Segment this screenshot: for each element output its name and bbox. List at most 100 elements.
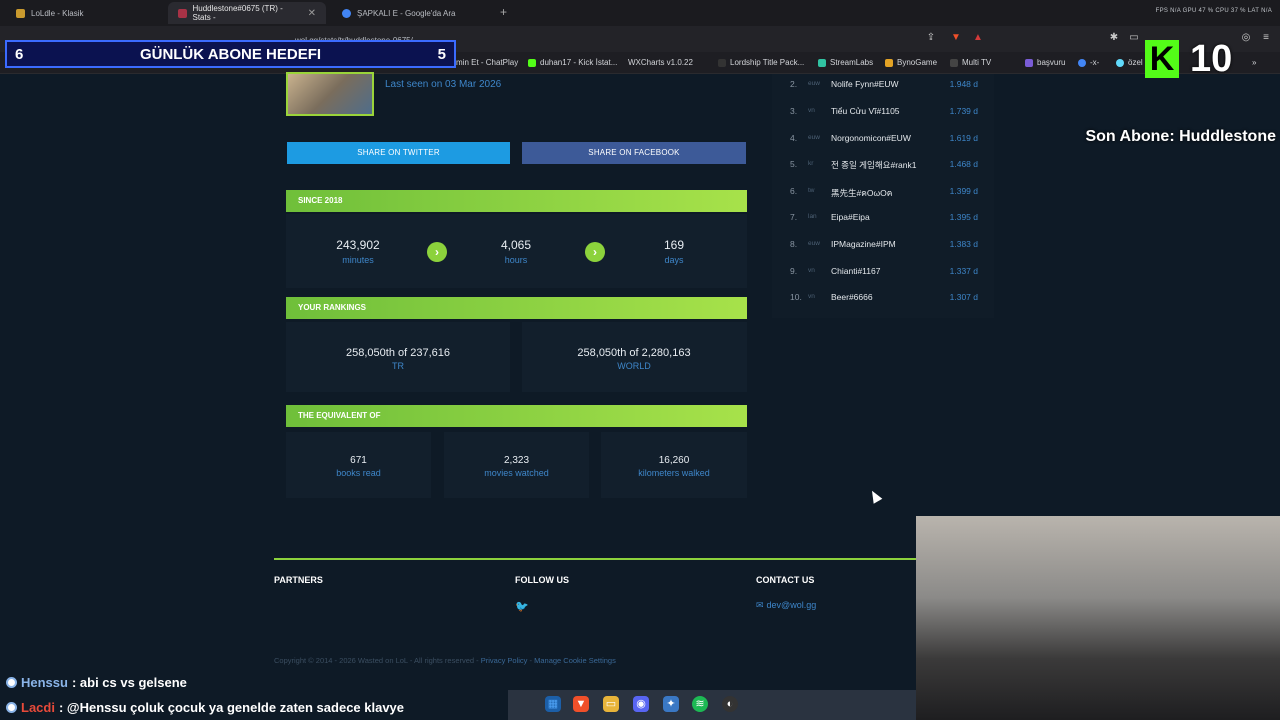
- rank: 7.: [790, 212, 798, 222]
- leaderboard-row[interactable]: 7. lan Eipa#Eipa 1.395 d: [772, 207, 994, 227]
- bookmark-kick-stats[interactable]: duhan17 - Kick İstat...: [528, 58, 617, 67]
- tab-label: LoLdle - Klasik: [31, 8, 84, 18]
- bookmark-chatplay[interactable]: min Et - ChatPlay: [456, 58, 518, 67]
- bookmark-bynogame[interactable]: BynoGame: [885, 58, 937, 67]
- brave-icon[interactable]: ▼: [573, 696, 589, 712]
- leaderboard-row[interactable]: 6. tw 黑先生#ฅOωOฅ 1.399 d: [772, 181, 994, 201]
- region: kr: [808, 160, 814, 167]
- since-header: SINCE 2018: [286, 190, 747, 212]
- player-name: Tiểu Cửu Vĩ#1105: [831, 106, 900, 116]
- windows-start-icon[interactable]: ▦: [545, 696, 561, 712]
- bookmark-label: Lordship Title Pack...: [730, 58, 805, 67]
- daily-sub-goal-overlay: 6 GÜNLÜK ABONE HEDEFI 5: [5, 40, 456, 68]
- brave-rewards-icon[interactable]: ▲: [972, 32, 984, 44]
- tab-loldle[interactable]: LoLdle - Klasik: [6, 2, 164, 24]
- share-icon[interactable]: ⇪: [925, 32, 937, 44]
- last-subscriber: Son Abone: Huddlestone: [1085, 128, 1276, 145]
- score: 1.739 d: [949, 106, 978, 116]
- rank: 5.: [790, 159, 798, 169]
- bookmark-ozel[interactable]: özel: [1116, 58, 1143, 67]
- more-bookmarks-icon[interactable]: »: [1252, 58, 1256, 67]
- obs-icon[interactable]: ◐: [722, 696, 738, 712]
- bookmark-label: özel: [1128, 58, 1143, 67]
- rank: 6.: [790, 186, 798, 196]
- rank: 10.: [790, 292, 802, 302]
- copyright-text: Copyright © 2014 - 2026 Wasted on LoL - …: [274, 656, 481, 665]
- loldle-favicon-icon: [16, 8, 25, 18]
- share-twitter-button[interactable]: SHARE ON TWITTER: [287, 142, 510, 164]
- player-name: 전 종일 게임해요#rank1: [831, 160, 917, 170]
- leaderboard-row[interactable]: 9. vn Chianti#1167 1.337 d: [772, 261, 994, 281]
- region: vn: [808, 293, 815, 300]
- vpn-icon[interactable]: ◎: [1240, 32, 1252, 44]
- bookmark-basvuru[interactable]: başvuru: [1025, 58, 1065, 67]
- chevron-right-icon: ›: [427, 242, 447, 262]
- contact-email-link[interactable]: ✉ dev@wol.gg: [756, 600, 816, 611]
- movies-label: movies watched: [484, 468, 549, 478]
- bookmark-lordship[interactable]: Lordship Title Pack...: [718, 58, 804, 67]
- spotify-icon[interactable]: ≋: [692, 696, 708, 712]
- kick-logo-icon: K: [1145, 40, 1179, 78]
- bookmark-x[interactable]: -x-: [1078, 58, 1099, 67]
- bookmark-wxcharts[interactable]: WXCharts v1.0.22: [628, 58, 693, 67]
- bookmark-multitv[interactable]: Multi TV: [950, 58, 991, 67]
- walked-value: 16,260: [658, 455, 690, 466]
- bookmark-streamlabs[interactable]: StreamLabs: [818, 58, 873, 67]
- hours-value: 4,065: [500, 238, 532, 252]
- cookie-link[interactable]: Manage Cookie Settings: [534, 656, 616, 665]
- region: vn: [808, 267, 815, 274]
- menu-icon[interactable]: ≡: [1260, 32, 1272, 44]
- rank: 2.: [790, 79, 798, 89]
- twitter-icon[interactable]: 🐦: [515, 600, 529, 613]
- player-name: IPMagazine#IPM: [831, 239, 896, 249]
- bookmark-label: -x-: [1090, 58, 1100, 67]
- region: euw: [808, 134, 820, 141]
- leaderboard-row[interactable]: 5. kr 전 종일 게임해요#rank1 1.468 d: [772, 154, 994, 174]
- summoner-avatar: [286, 72, 374, 116]
- streamer-webcam: [916, 516, 1280, 720]
- leaderboard-row[interactable]: 8. euw IPMagazine#IPM 1.383 d: [772, 234, 994, 254]
- kick-icon: [528, 58, 536, 67]
- bookmark-label: WXCharts v1.0.22: [628, 58, 693, 67]
- bookmark-label: min Et - ChatPlay: [456, 58, 519, 67]
- share-facebook-button[interactable]: SHARE ON FACEBOOK: [522, 142, 746, 164]
- brave-shield-icon[interactable]: ▼: [950, 32, 962, 44]
- file-explorer-icon[interactable]: ▭: [603, 696, 619, 712]
- score: 1.468 d: [949, 159, 978, 169]
- tab-wolgg[interactable]: Huddlestone#0675 (TR) - Stats - ✕: [168, 2, 326, 24]
- leaderboard-row[interactable]: 3. vn Tiểu Cửu Vĩ#1105 1.739 d: [772, 101, 994, 121]
- new-tab-button[interactable]: +: [500, 5, 507, 19]
- equivalent-header: THE EQUIVALENT OF: [286, 405, 747, 427]
- app-icon[interactable]: ✦: [663, 696, 679, 712]
- sidebar-icon[interactable]: ▭: [1128, 32, 1140, 44]
- tab-google[interactable]: ŞAPKALI E - Google'da Ara: [332, 2, 492, 24]
- extensions-icon[interactable]: ✱: [1108, 32, 1120, 44]
- leaderboard: 2. euw Nolife Fynn#EUW 1.948 d 3. vn Tiểu Cửu…: [772, 74, 994, 318]
- close-tab-icon[interactable]: ✕: [308, 8, 316, 19]
- minutes-label: minutes: [342, 255, 374, 265]
- goal-title: GÜNLÜK ABONE HEDEFI: [139, 46, 322, 63]
- days-value: 169: [663, 238, 685, 252]
- bookmark-label: Multi TV: [962, 58, 992, 67]
- privacy-link[interactable]: Privacy Policy: [481, 656, 528, 665]
- rank: 8.: [790, 239, 798, 249]
- chat-message: Lacdi : @Henssu çoluk çocuk ya genelde z…: [0, 696, 508, 718]
- player-name: Chianti#1167: [831, 266, 881, 276]
- rank-tr-label: TR: [392, 361, 404, 371]
- discord-icon[interactable]: ◉: [633, 696, 649, 712]
- player-name: Eipa#Eipa: [831, 212, 870, 222]
- player-name: 黑先生#ฅOωOฅ: [831, 188, 893, 198]
- player-name: Norgonomicon#EUW: [831, 133, 911, 143]
- leaderboard-row[interactable]: 4. euw Norgonomicon#EUW 1.619 d: [772, 128, 994, 148]
- chat-text: : @Henssu çoluk çocuk ya genelde zaten s…: [58, 699, 405, 715]
- score: 1.383 d: [949, 239, 978, 249]
- windows-taskbar: [508, 690, 916, 720]
- books-label: books read: [336, 468, 381, 478]
- chat-username: Lacdi: [21, 699, 55, 715]
- score: 1.948 d: [949, 79, 978, 89]
- region: tw: [808, 187, 815, 194]
- leaderboard-row[interactable]: 2. euw Nolife Fynn#EUW 1.948 d: [772, 74, 994, 94]
- form-icon: [1025, 58, 1033, 67]
- leaderboard-row[interactable]: 10. vn Beer#6666 1.307 d: [772, 287, 994, 307]
- score: 1.395 d: [949, 212, 978, 222]
